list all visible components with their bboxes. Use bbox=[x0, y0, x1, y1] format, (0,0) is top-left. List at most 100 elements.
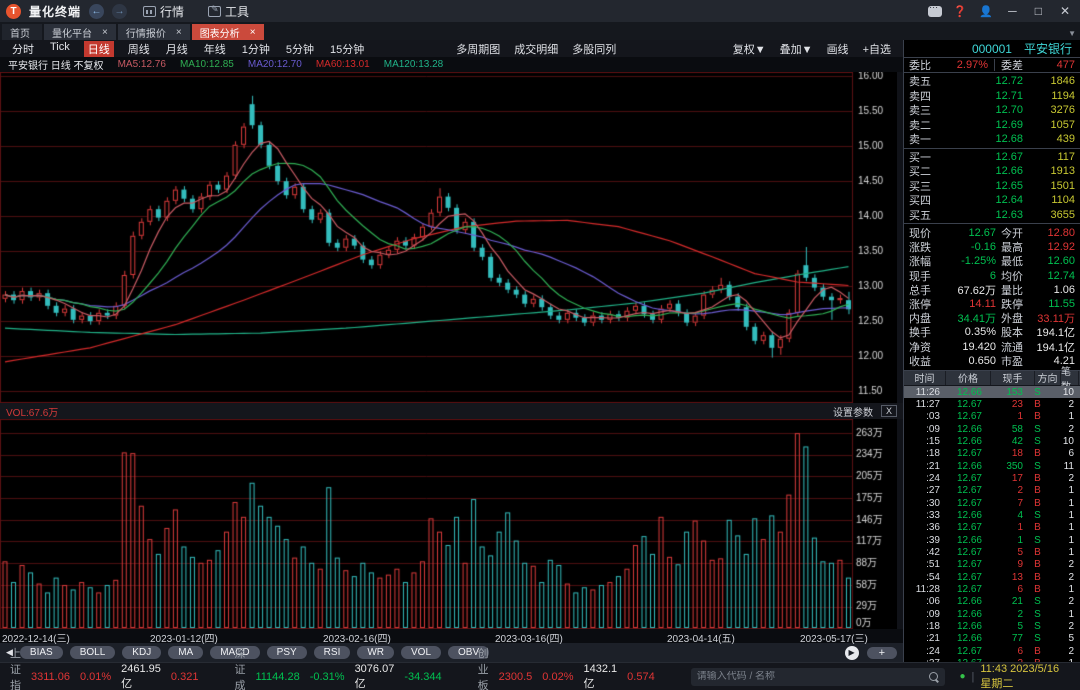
tick-row[interactable]: :1512.6642S10 bbox=[904, 435, 1080, 447]
tick-col-现手[interactable]: 现手 bbox=[991, 371, 1035, 385]
tick-row[interactable]: :2412.676B2 bbox=[904, 645, 1080, 657]
toolbar-action-复权▼[interactable]: 复权▼ bbox=[733, 41, 766, 57]
tab-close-icon[interactable]: × bbox=[102, 27, 108, 38]
period-15分钟[interactable]: 15分钟 bbox=[328, 41, 366, 57]
symbol-search[interactable] bbox=[691, 668, 946, 686]
user-icon[interactable]: 👤 bbox=[978, 5, 994, 18]
tick-row[interactable]: :0612.6621S2 bbox=[904, 596, 1080, 608]
toolbar-多股同列[interactable]: 多股同列 bbox=[572, 41, 616, 57]
tick-row[interactable]: :0912.6658S2 bbox=[904, 423, 1080, 435]
tab-图表分析[interactable]: 图表分析× bbox=[192, 24, 264, 40]
index-上证指数[interactable]: 上证指数3311.060.01%2461.95亿0.321 bbox=[10, 645, 198, 690]
period-分时[interactable]: 分时 bbox=[10, 41, 36, 57]
symbol-search-input[interactable] bbox=[697, 671, 930, 682]
tick-row[interactable]: :5412.6713B2 bbox=[904, 571, 1080, 583]
tick-row[interactable]: :1812.6718B6 bbox=[904, 448, 1080, 460]
app-logo-icon: T bbox=[6, 4, 21, 19]
tick-row[interactable]: :1812.665S2 bbox=[904, 620, 1080, 632]
menu-quotes[interactable]: 行情 bbox=[135, 3, 192, 20]
order-book-row[interactable]: 卖二12.691057 bbox=[904, 118, 1080, 133]
period-5分钟[interactable]: 5分钟 bbox=[284, 41, 316, 57]
tab-close-icon[interactable]: × bbox=[250, 27, 256, 38]
close-button[interactable]: ✕ bbox=[1056, 4, 1074, 18]
menu-tools[interactable]: 工具 bbox=[200, 3, 257, 20]
tick-col-时间[interactable]: 时间 bbox=[904, 371, 946, 385]
toolbar-action-+自选[interactable]: +自选 bbox=[863, 41, 891, 57]
tab-首页[interactable]: 首页 bbox=[2, 24, 42, 40]
tick-row[interactable]: 11:2612.66153S10 bbox=[904, 386, 1080, 398]
tick-direction: B bbox=[1026, 559, 1052, 570]
order-book-row[interactable]: 卖一12.68439 bbox=[904, 132, 1080, 147]
tick-row[interactable]: :0912.662S1 bbox=[904, 608, 1080, 620]
tick-col-方向[interactable]: 方向 bbox=[1035, 371, 1061, 385]
period-年线[interactable]: 年线 bbox=[202, 41, 228, 57]
order-book-row[interactable]: 买四12.641104 bbox=[904, 193, 1080, 208]
help-icon[interactable]: ❓ bbox=[952, 5, 968, 18]
tick-col-价格[interactable]: 价格 bbox=[946, 371, 991, 385]
order-book-row[interactable]: 卖三12.703276 bbox=[904, 103, 1080, 118]
order-book-row[interactable]: 买二12.661913 bbox=[904, 164, 1080, 179]
message-icon[interactable] bbox=[928, 6, 942, 17]
order-book-row[interactable]: 买三12.651501 bbox=[904, 179, 1080, 194]
period-周线[interactable]: 周线 bbox=[126, 41, 152, 57]
quote-value: 19.420 bbox=[937, 341, 996, 353]
tick-row[interactable]: :2412.6717B2 bbox=[904, 472, 1080, 484]
back-button[interactable]: ← bbox=[89, 4, 104, 19]
tick-row[interactable]: :2712.672B1 bbox=[904, 485, 1080, 497]
period-1分钟[interactable]: 1分钟 bbox=[240, 41, 272, 57]
indicator-scroll-right-icon[interactable]: ▶ bbox=[845, 646, 859, 660]
tab-量化平台[interactable]: 量化平台× bbox=[44, 24, 116, 40]
volume-settings-button[interactable]: 设置参数 bbox=[833, 404, 873, 419]
tab-行情报价[interactable]: 行情报价× bbox=[118, 24, 190, 40]
index-value: 2300.5 bbox=[499, 671, 533, 683]
order-book-row[interactable]: 卖五12.721846 bbox=[904, 74, 1080, 89]
toolbar-action-画线[interactable]: 画线 bbox=[827, 41, 849, 57]
ma-value: MA5:12.76 bbox=[118, 59, 166, 70]
tick-row[interactable]: :0312.671B1 bbox=[904, 411, 1080, 423]
tick-row[interactable]: 11:2712.6723B2 bbox=[904, 398, 1080, 410]
toolbar-action-叠加▼[interactable]: 叠加▼ bbox=[780, 41, 813, 57]
period-日线[interactable]: 日线 bbox=[84, 41, 114, 57]
tick-count: 10 bbox=[1052, 436, 1077, 447]
tick-time: :33 bbox=[904, 510, 943, 521]
stock-header[interactable]: 000001 平安银行 bbox=[904, 40, 1080, 58]
toolbar-成交明细[interactable]: 成交明细 bbox=[514, 41, 558, 57]
tick-price: 12.67 bbox=[943, 485, 985, 496]
order-book-row[interactable]: 卖四12.711194 bbox=[904, 89, 1080, 104]
tick-row[interactable]: :2112.66350S11 bbox=[904, 460, 1080, 472]
volume-close-button[interactable]: X bbox=[881, 405, 897, 417]
tick-row[interactable]: :2112.6677S5 bbox=[904, 633, 1080, 645]
tick-row[interactable]: :3912.661S1 bbox=[904, 534, 1080, 546]
toolbar-多周期图[interactable]: 多周期图 bbox=[456, 41, 500, 57]
tick-qty: 9 bbox=[985, 559, 1026, 570]
tick-time: :24 bbox=[904, 646, 943, 657]
index-深证成指[interactable]: 深证成指11144.28-0.31%3076.07亿-34.344 bbox=[234, 645, 441, 690]
tick-row[interactable]: :4212.675B1 bbox=[904, 546, 1080, 558]
candlestick-chart[interactable] bbox=[0, 72, 897, 403]
tick-col-笔数[interactable]: 笔数 bbox=[1061, 371, 1079, 385]
tick-row[interactable]: :3612.671B1 bbox=[904, 522, 1080, 534]
tick-table[interactable]: 11:2612.66153S1011:2712.6723B2:0312.671B… bbox=[904, 386, 1080, 662]
tick-row[interactable]: :3312.664S1 bbox=[904, 509, 1080, 521]
period-Tick[interactable]: Tick bbox=[48, 41, 72, 57]
tick-row[interactable]: 11:2812.676B1 bbox=[904, 583, 1080, 595]
tick-qty: 42 bbox=[985, 436, 1026, 447]
add-indicator-button[interactable]: + bbox=[867, 647, 897, 659]
quote-value: 6 bbox=[937, 270, 996, 282]
tick-row[interactable]: :3012.677B1 bbox=[904, 497, 1080, 509]
panel-collapse-icon[interactable]: ▼ bbox=[1068, 29, 1076, 38]
tick-time: :24 bbox=[904, 473, 943, 484]
order-book-row[interactable]: 买五12.633655 bbox=[904, 208, 1080, 223]
tick-direction: S bbox=[1026, 424, 1052, 435]
maximize-button[interactable]: □ bbox=[1031, 4, 1046, 18]
volume-chart[interactable] bbox=[0, 419, 897, 629]
tab-close-icon[interactable]: × bbox=[176, 27, 182, 38]
period-月线[interactable]: 月线 bbox=[164, 41, 190, 57]
tick-direction: S bbox=[1026, 436, 1052, 447]
forward-button[interactable]: → bbox=[112, 4, 127, 19]
index-创业板指[interactable]: 创业板指2300.50.02%1432.1亿0.574 bbox=[478, 645, 655, 690]
tick-price: 12.67 bbox=[943, 473, 985, 484]
tick-row[interactable]: :5112.679B2 bbox=[904, 559, 1080, 571]
minimize-button[interactable]: ─ bbox=[1004, 4, 1021, 18]
order-book-row[interactable]: 买一12.67117 bbox=[904, 150, 1080, 165]
